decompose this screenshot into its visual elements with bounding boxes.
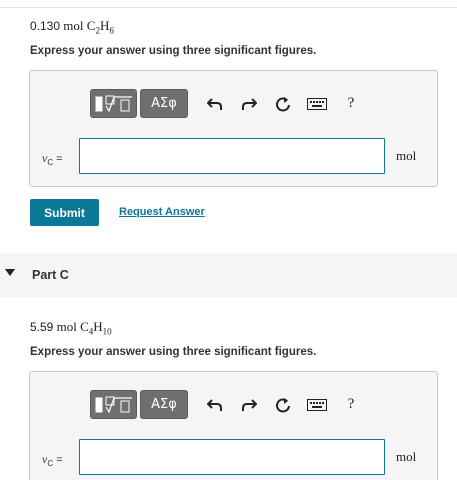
redo-icon bbox=[242, 398, 257, 411]
math-toolbar-b: ΑΣφ ? bbox=[90, 89, 361, 118]
problem-statement-b: 0.130 mol C2H6 bbox=[30, 18, 114, 36]
redo-icon bbox=[242, 97, 257, 110]
variable-label-b: νC = bbox=[42, 151, 63, 168]
part-c-title: Part C bbox=[32, 268, 69, 282]
reset-button[interactable] bbox=[273, 94, 293, 114]
undo-icon bbox=[207, 398, 222, 411]
help-icon: ? bbox=[347, 95, 355, 111]
greek-letters-icon: ΑΣφ bbox=[151, 96, 177, 111]
unit-label-c: mol bbox=[396, 449, 417, 464]
reset-button[interactable] bbox=[273, 395, 293, 415]
answer-panel-c: ΑΣφ ? νC = mol bbox=[29, 371, 438, 480]
redo-button[interactable] bbox=[239, 395, 259, 415]
keyboard-button[interactable] bbox=[307, 94, 327, 114]
redo-button[interactable] bbox=[239, 94, 259, 114]
undo-button[interactable] bbox=[205, 94, 225, 114]
help-button[interactable]: ? bbox=[341, 395, 361, 415]
problem-statement-c: 5.59 mol C4H10 bbox=[30, 319, 112, 337]
collapse-caret-icon[interactable] bbox=[5, 269, 15, 276]
undo-icon bbox=[207, 97, 222, 110]
unit-label-b: mol bbox=[396, 148, 417, 163]
submit-button[interactable]: Submit bbox=[30, 199, 99, 226]
instructions-c: Express your answer using three signific… bbox=[30, 346, 317, 358]
reset-icon bbox=[276, 96, 290, 111]
part-c-header[interactable]: Part C bbox=[0, 253, 457, 297]
variable-label-c: νC = bbox=[42, 452, 63, 469]
greek-letters-button[interactable]: ΑΣφ bbox=[140, 390, 188, 419]
answer-input-c[interactable] bbox=[79, 439, 385, 475]
greek-letters-button[interactable]: ΑΣφ bbox=[140, 89, 188, 118]
undo-button[interactable] bbox=[205, 395, 225, 415]
templates-icon bbox=[95, 396, 132, 413]
answer-input-b[interactable] bbox=[79, 138, 385, 174]
templates-button[interactable] bbox=[90, 390, 137, 419]
greek-letters-icon: ΑΣφ bbox=[151, 397, 177, 412]
keyboard-button[interactable] bbox=[307, 395, 327, 415]
templates-button[interactable] bbox=[90, 89, 137, 118]
keyboard-icon bbox=[307, 398, 327, 411]
help-icon: ? bbox=[347, 396, 355, 412]
templates-icon bbox=[95, 95, 132, 112]
help-button[interactable]: ? bbox=[341, 94, 361, 114]
top-divider bbox=[0, 7, 457, 8]
reset-icon bbox=[276, 397, 290, 412]
instructions-b: Express your answer using three signific… bbox=[30, 45, 317, 57]
math-toolbar-c: ΑΣφ ? bbox=[90, 390, 361, 419]
request-answer-link[interactable]: Request Answer bbox=[119, 206, 205, 218]
keyboard-icon bbox=[307, 97, 327, 110]
answer-panel-b: ΑΣφ ? νC = mol bbox=[29, 70, 438, 187]
